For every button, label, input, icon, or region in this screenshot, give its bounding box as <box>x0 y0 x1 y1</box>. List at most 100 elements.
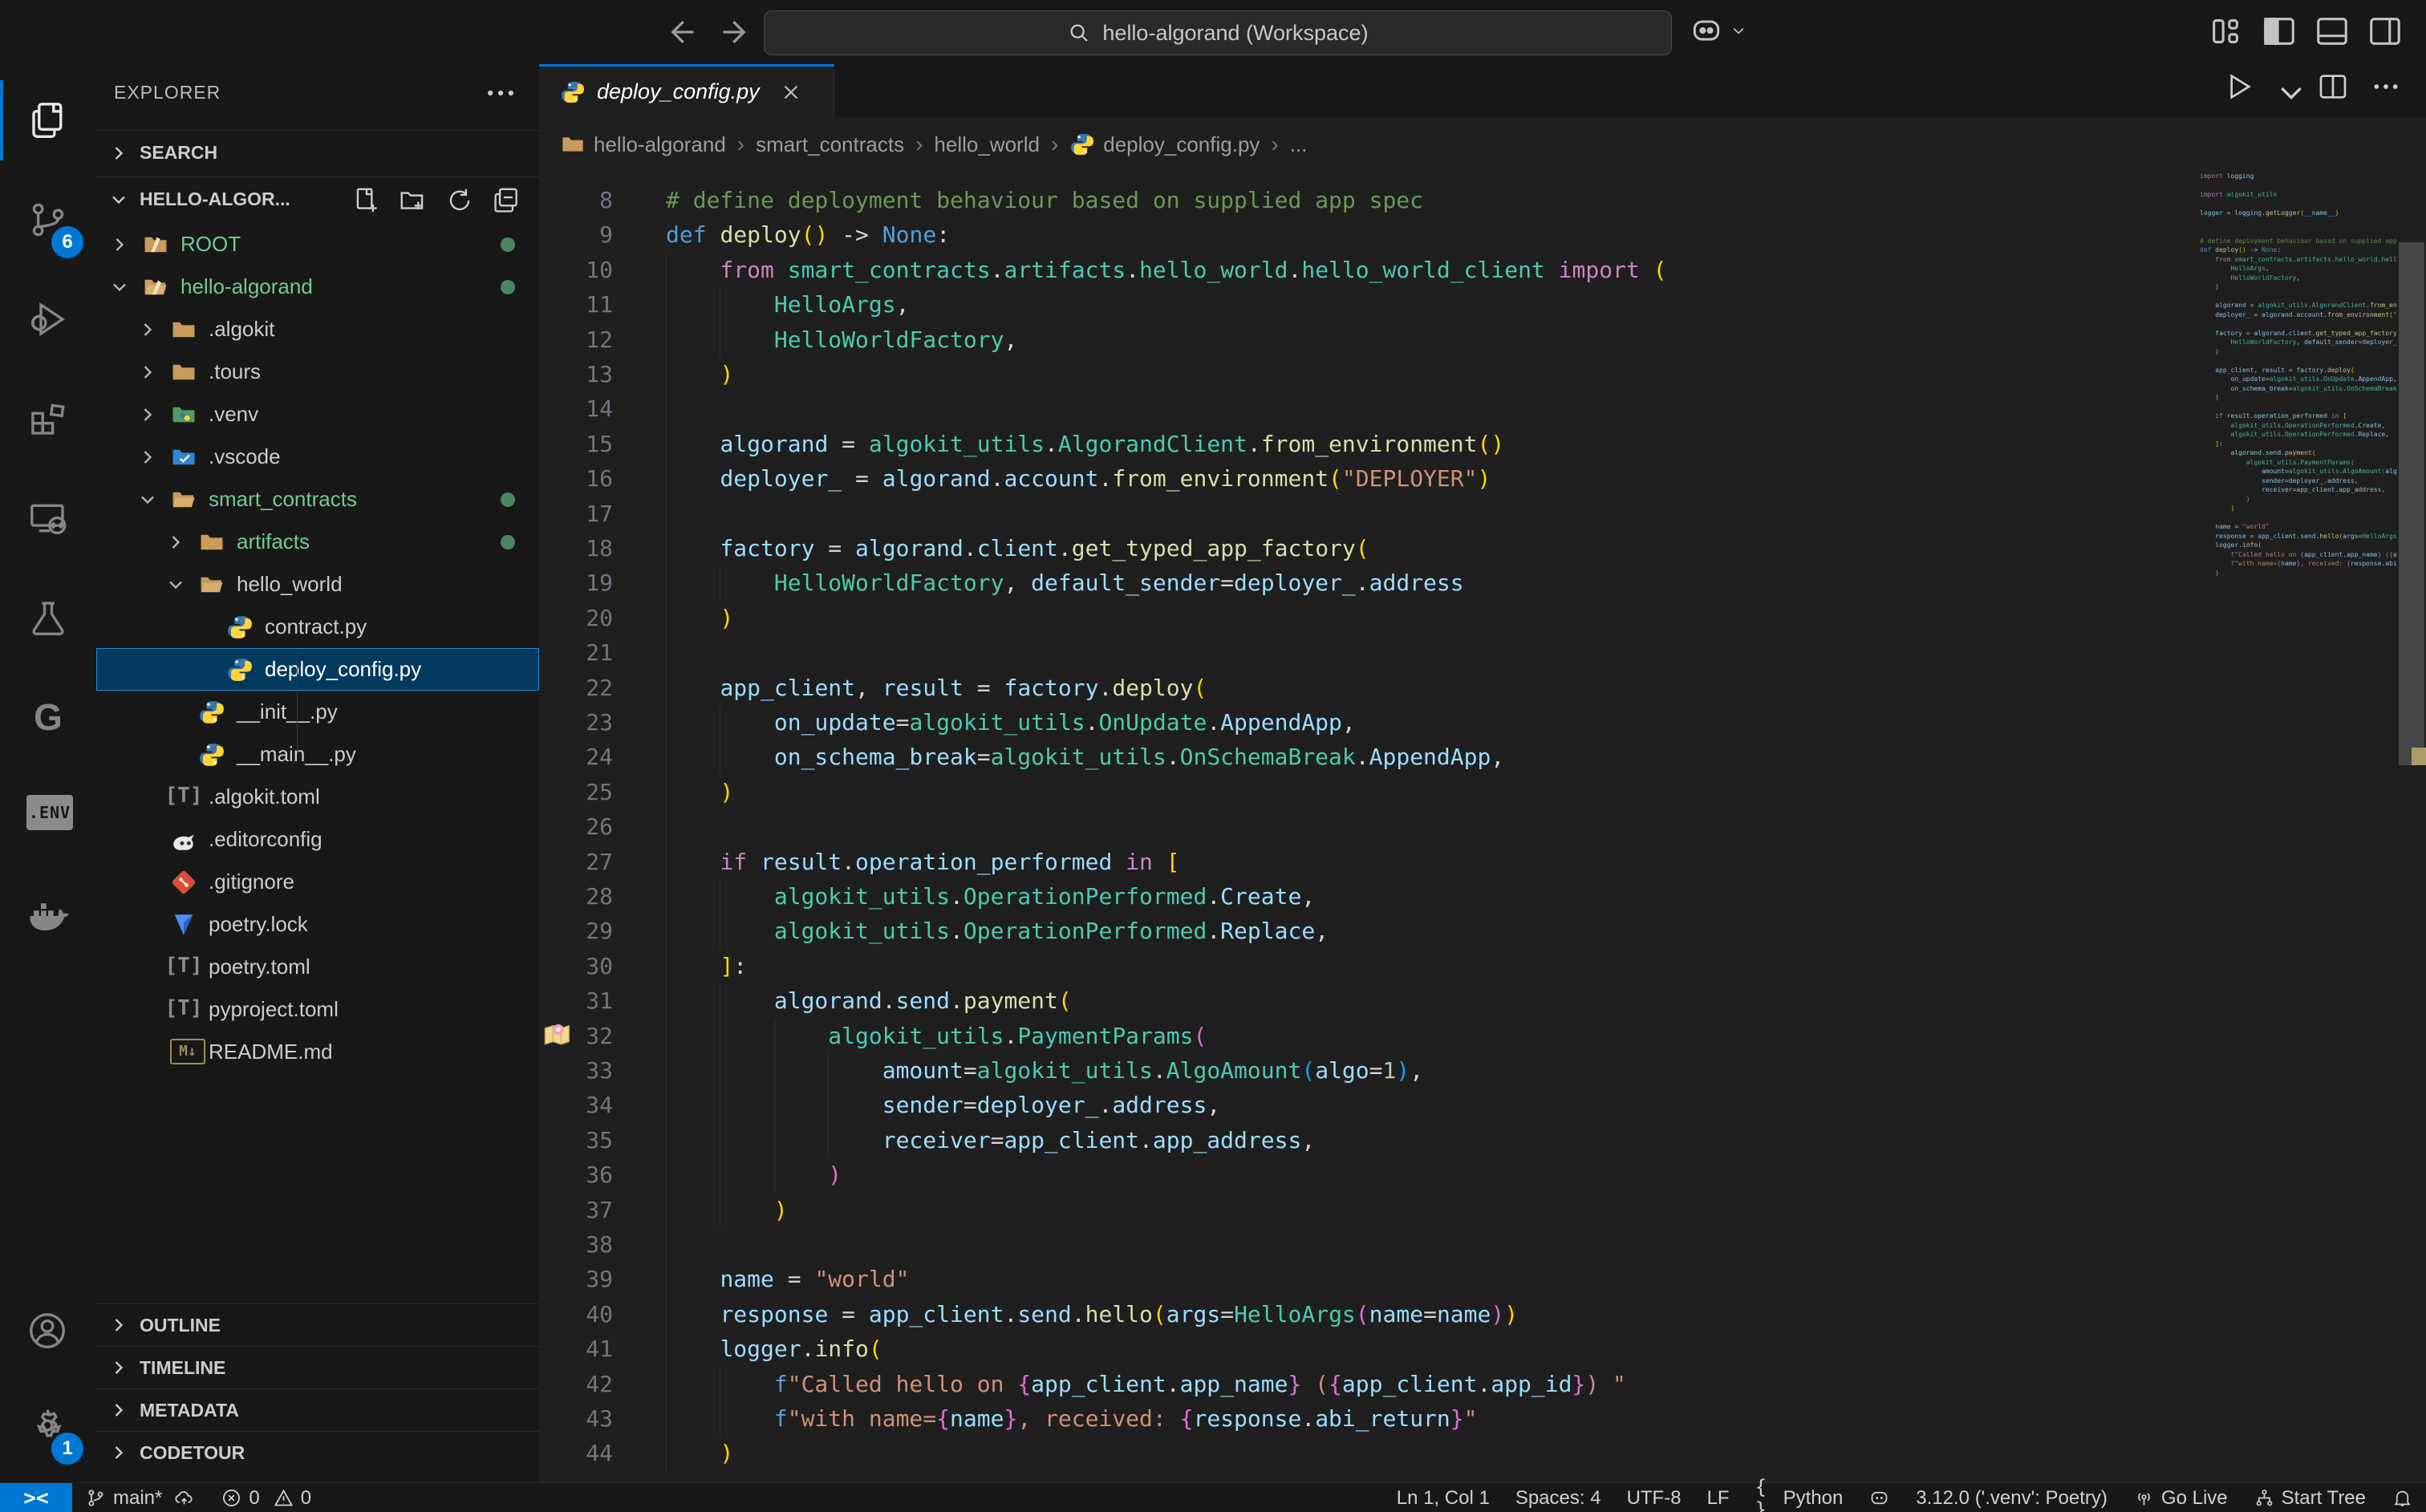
code-line-34[interactable]: 34 sender=deployer_.address, <box>539 1088 2426 1123</box>
tree-item-hello-algorand[interactable]: hello-algorand <box>96 266 539 308</box>
toggle-panel-icon[interactable] <box>2314 13 2351 50</box>
search-section-header[interactable]: SEARCH <box>96 130 539 175</box>
breadcrumb-item[interactable]: hello-algorand <box>560 132 726 157</box>
tree-item-venv[interactable]: .venv <box>96 393 539 436</box>
new-folder-icon[interactable] <box>398 185 428 216</box>
activity-source-control[interactable]: 6 <box>0 170 96 270</box>
code-line-20[interactable]: 20 ) <box>539 601 2426 636</box>
toggle-secondary-sidebar-icon[interactable] <box>2367 13 2404 50</box>
tree-item-algokit-toml[interactable]: [T].algokit.toml <box>96 776 539 818</box>
activity-run-debug[interactable] <box>0 270 96 369</box>
code-line-25[interactable]: 25 ) <box>539 775 2426 810</box>
tree-item-poetry-toml[interactable]: [T]poetry.toml <box>96 946 539 988</box>
remote-indicator[interactable]: >< <box>0 1483 72 1512</box>
status-start-tree[interactable]: Start Tree <box>2241 1483 2379 1512</box>
tree-item-readme-md[interactable]: M↓README.md <box>96 1031 539 1073</box>
tree-item-algokit[interactable]: .algokit <box>96 308 539 351</box>
code-line-33[interactable]: 33 amount=algokit_utils.AlgoAmount(algo=… <box>539 1053 2426 1088</box>
toggle-sidebar-icon[interactable] <box>2261 13 2298 50</box>
tab-deploy-config[interactable]: deploy_config.py <box>539 64 834 117</box>
activity-settings[interactable]: 1 <box>0 1376 96 1476</box>
code-editor[interactable]: 8# define deployment behaviour based on … <box>539 172 2426 1482</box>
tree-item-main-py[interactable]: __main__.py <box>96 733 539 776</box>
activity-gitlens[interactable]: G <box>0 667 96 767</box>
more-actions-icon[interactable] <box>2370 71 2402 103</box>
new-file-icon[interactable] <box>351 185 382 216</box>
code-line-39[interactable]: 39 name = "world" <box>539 1262 2426 1297</box>
chevron-down-icon[interactable] <box>2275 76 2296 97</box>
code-line-13[interactable]: 13 ) <box>539 357 2426 392</box>
scrollbar[interactable] <box>2397 172 2426 1482</box>
code-line-41[interactable]: 41 logger.info( <box>539 1332 2426 1367</box>
ellipsis-icon[interactable] <box>483 75 518 111</box>
tree-item-root[interactable]: ROOT <box>96 223 539 266</box>
activity-accounts[interactable] <box>0 1282 96 1381</box>
forward-arrow-icon[interactable] <box>719 14 754 50</box>
code-line-26[interactable]: 26 <box>539 809 2426 845</box>
codetour-icon[interactable] <box>542 1020 574 1052</box>
workspace-section-header[interactable]: HELLO-ALGOR... <box>96 176 539 221</box>
tree-item-hello-world[interactable]: hello_world <box>96 563 539 606</box>
section-codetour[interactable]: CODETOUR <box>96 1431 539 1473</box>
tree-item-artifacts[interactable]: artifacts <box>96 521 539 563</box>
code-line-17[interactable]: 17 <box>539 497 2426 532</box>
activity-explorer[interactable] <box>0 71 96 170</box>
section-outline[interactable]: OUTLINE <box>96 1303 539 1346</box>
status-copilot-status[interactable] <box>1856 1483 1903 1512</box>
status-encoding[interactable]: UTF-8 <box>1614 1483 1694 1512</box>
activity-extensions[interactable] <box>0 369 96 468</box>
code-line-23[interactable]: 23 on_update=algokit_utils.OnUpdate.Appe… <box>539 705 2426 740</box>
breadcrumb-item[interactable]: deploy_config.py <box>1069 132 1260 157</box>
code-line-27[interactable]: 27 if result.operation_performed in [ <box>539 845 2426 880</box>
code-line-18[interactable]: 18 factory = algorand.client.get_typed_a… <box>539 531 2426 566</box>
code-line-19[interactable]: 19 HelloWorldFactory, default_sender=dep… <box>539 565 2426 601</box>
tree-item-tours[interactable]: .tours <box>96 351 539 393</box>
activity-dotenv[interactable]: .ENV <box>0 767 96 866</box>
back-arrow-icon[interactable] <box>663 14 698 50</box>
code-line-14[interactable]: 14 <box>539 391 2426 427</box>
code-line-28[interactable]: 28 algokit_utils.OperationPerformed.Crea… <box>539 879 2426 914</box>
close-icon[interactable] <box>779 80 803 104</box>
code-line-10[interactable]: 10 from smart_contracts.artifacts.hello_… <box>539 253 2426 288</box>
activity-docker[interactable] <box>0 866 96 966</box>
section-metadata[interactable]: METADATA <box>96 1388 539 1431</box>
code-line-32[interactable]: 32 algokit_utils.PaymentParams( <box>539 1019 2426 1054</box>
code-line-44[interactable]: 44 ) <box>539 1436 2426 1471</box>
breadcrumb-item[interactable]: smart_contracts <box>756 132 904 157</box>
code-line-16[interactable]: 16 deployer_ = algorand.account.from_env… <box>539 461 2426 497</box>
code-line-9[interactable]: 9def deploy() -> None: <box>539 217 2426 253</box>
status-python-interpreter[interactable]: 3.12.0 ('.venv': Poetry) <box>1903 1483 2120 1512</box>
breadcrumb-item[interactable]: hello_world <box>934 132 1040 157</box>
code-line-43[interactable]: 43 f"with name={name}, received: {respon… <box>539 1401 2426 1437</box>
scrollbar-thumb[interactable] <box>2399 242 2424 765</box>
tree-item-deploy-config-py[interactable]: deploy_config.py <box>96 648 539 691</box>
status-go-live[interactable]: Go Live <box>2120 1483 2241 1512</box>
customize-layout-icon[interactable] <box>2208 13 2245 50</box>
tree-item-smart-contracts[interactable]: smart_contracts <box>96 478 539 521</box>
status-notifications[interactable] <box>2379 1483 2426 1512</box>
tree-item-vscode[interactable]: .vscode <box>96 436 539 478</box>
code-line-37[interactable]: 37 ) <box>539 1193 2426 1228</box>
git-branch-status[interactable]: main* <box>72 1483 208 1512</box>
command-center-search[interactable]: hello-algorand (Workspace) <box>764 10 1672 55</box>
status-language-mode[interactable]: { }Python <box>1742 1483 1856 1512</box>
tree-item-pyproject-toml[interactable]: [T]pyproject.toml <box>96 988 539 1031</box>
code-line-15[interactable]: 15 algorand = algokit_utils.AlgorandClie… <box>539 427 2426 462</box>
tree-item-gitignore[interactable]: .gitignore <box>96 861 539 903</box>
status-cursor-position[interactable]: Ln 1, Col 1 <box>1384 1483 1503 1512</box>
code-line-30[interactable]: 30 ]: <box>539 949 2426 984</box>
code-line-38[interactable]: 38 <box>539 1227 2426 1263</box>
activity-remote-explorer[interactable] <box>0 468 96 568</box>
tree-item-init-py[interactable]: __init__.py <box>96 691 539 733</box>
status-eol[interactable]: LF <box>1694 1483 1742 1512</box>
code-line-42[interactable]: 42 f"Called hello on {app_client.app_nam… <box>539 1367 2426 1402</box>
activity-testing[interactable] <box>0 568 96 667</box>
run-icon[interactable] <box>2222 71 2254 103</box>
refresh-icon[interactable] <box>444 185 475 216</box>
tree-item-contract-py[interactable]: contract.py <box>96 606 539 648</box>
code-line-21[interactable]: 21 <box>539 635 2426 671</box>
code-line-35[interactable]: 35 receiver=app_client.app_address, <box>539 1123 2426 1158</box>
code-line-24[interactable]: 24 on_schema_break=algokit_utils.OnSchem… <box>539 740 2426 775</box>
code-line-40[interactable]: 40 response = app_client.send.hello(args… <box>539 1297 2426 1332</box>
status-indentation[interactable]: Spaces: 4 <box>1503 1483 1614 1512</box>
